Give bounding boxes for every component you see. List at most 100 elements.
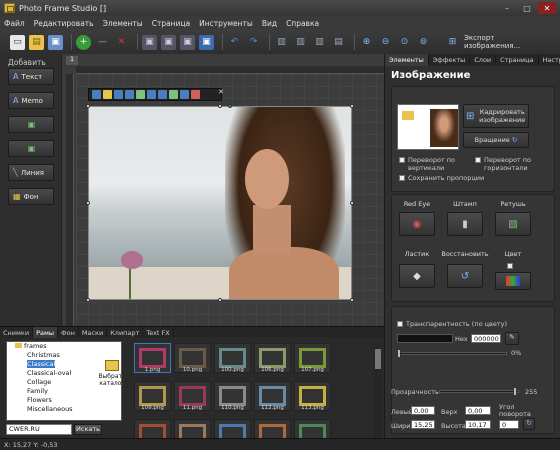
- open-icon[interactable]: ▤: [29, 34, 44, 50]
- tree-item[interactable]: Miscellaneous: [7, 405, 121, 414]
- export-image-button[interactable]: ⊞ Экспорт изображения...: [445, 34, 522, 50]
- undo-icon[interactable]: ↶: [227, 35, 242, 50]
- height-input[interactable]: 10,17: [465, 420, 491, 429]
- rotate-icon[interactable]: [136, 90, 145, 99]
- catalog-tree[interactable]: frames Christmas Classical Classical-ova…: [6, 341, 122, 421]
- tab-effects[interactable]: Эффекты: [429, 54, 471, 66]
- search-input[interactable]: CWER.RU: [6, 424, 72, 435]
- page-tab[interactable]: 1: [66, 56, 78, 65]
- resize-handle[interactable]: [218, 104, 222, 108]
- menu-file[interactable]: Файл: [4, 19, 25, 28]
- resize-handle[interactable]: [218, 298, 222, 302]
- opacity-slider-thumb[interactable]: [513, 387, 517, 396]
- align-left-icon[interactable]: ▥: [274, 35, 289, 50]
- color-swatch[interactable]: [397, 334, 453, 343]
- resize-handle[interactable]: [86, 104, 90, 108]
- frame-thumbnail[interactable]: 1.png: [134, 343, 171, 373]
- frame-icon[interactable]: [169, 90, 178, 99]
- zoom-in-icon[interactable]: ⊕: [359, 35, 374, 50]
- canvas-area[interactable]: 1 ✕: [62, 54, 384, 326]
- angle-input[interactable]: 0: [499, 420, 519, 429]
- flip-horizontal-checkbox[interactable]: Переворот по горизонтали: [475, 156, 551, 172]
- image-thumbnail[interactable]: [397, 104, 459, 150]
- maximize-button[interactable]: □: [518, 2, 536, 14]
- frames-scrollbar[interactable]: [374, 343, 382, 437]
- effects-icon[interactable]: [147, 90, 156, 99]
- resize-handle[interactable]: [86, 201, 90, 205]
- scrollbar-thumb[interactable]: [375, 349, 381, 369]
- hex-input[interactable]: 000000: [471, 334, 501, 343]
- frame-thumbnail[interactable]: [134, 419, 171, 439]
- transparency-checkbox[interactable]: Транспарентность (по цвету): [397, 320, 547, 328]
- photo-element[interactable]: [88, 106, 352, 300]
- add-shape-button[interactable]: ▣: [8, 140, 54, 157]
- menu-elements[interactable]: Элементы: [103, 19, 143, 28]
- rotation-button[interactable]: Вращение ↻: [463, 132, 529, 148]
- crop-image-button[interactable]: ⊞ Кадрировать изображение: [463, 104, 529, 128]
- tab-elements[interactable]: Элементы: [385, 54, 429, 66]
- zoom-out-icon[interactable]: ⊖: [378, 35, 393, 50]
- shadow-icon[interactable]: [158, 90, 167, 99]
- backward-icon[interactable]: ▣: [199, 34, 214, 50]
- frame-thumbnail[interactable]: [294, 419, 331, 439]
- choose-catalog-button[interactable]: Выбрать каталог: [97, 358, 121, 398]
- tab-backgrounds[interactable]: Фон: [58, 327, 79, 338]
- rotate-handle[interactable]: [228, 104, 232, 108]
- mirror-icon[interactable]: [125, 90, 134, 99]
- mask-icon[interactable]: [191, 90, 200, 99]
- eyedropper-button[interactable]: ✎: [505, 332, 519, 345]
- align-right-icon[interactable]: ▥: [312, 35, 327, 50]
- flip-icon[interactable]: [114, 90, 123, 99]
- red-eye-button[interactable]: ◉: [399, 212, 435, 236]
- fit-icon[interactable]: [92, 90, 101, 99]
- add-line-button[interactable]: ╲ Линия: [8, 164, 54, 181]
- close-button[interactable]: ✕: [538, 2, 556, 14]
- tab-clipart[interactable]: Клипарт: [107, 327, 144, 338]
- opacity-slider[interactable]: [439, 390, 519, 393]
- tab-snapshots[interactable]: Снимки: [0, 327, 34, 338]
- tab-page[interactable]: Страница: [496, 54, 539, 66]
- frame-thumbnail[interactable]: [254, 419, 291, 439]
- stamp-button[interactable]: ▮: [447, 212, 483, 236]
- menu-view[interactable]: Вид: [262, 19, 277, 28]
- layer-icon[interactable]: [180, 90, 189, 99]
- search-button[interactable]: Искать: [74, 424, 102, 435]
- keep-ratio-checkbox[interactable]: Сохранить пропорции: [399, 174, 499, 182]
- restore-button[interactable]: ↺: [447, 264, 483, 288]
- add-background-button[interactable]: ▦ Фон: [8, 188, 54, 205]
- zoom-actual-icon[interactable]: ⊚: [416, 35, 431, 50]
- frame-thumbnail[interactable]: 11.png: [174, 381, 211, 411]
- left-input[interactable]: 0,00: [411, 406, 435, 415]
- tolerance-slider-thumb[interactable]: [397, 349, 401, 358]
- align-top-icon[interactable]: ▤: [331, 35, 346, 50]
- redo-icon[interactable]: ↷: [246, 35, 261, 50]
- save-icon[interactable]: ▣: [48, 34, 63, 50]
- width-input[interactable]: 15,25: [411, 420, 435, 429]
- tab-masks[interactable]: Маски: [79, 327, 108, 338]
- resize-handle[interactable]: [86, 298, 90, 302]
- flip-vertical-checkbox[interactable]: Переворот по вертикали: [399, 156, 471, 172]
- bring-front-icon[interactable]: ▣: [142, 34, 157, 50]
- frame-thumbnail[interactable]: 10.png: [174, 343, 211, 373]
- frame-thumbnail[interactable]: [214, 419, 251, 439]
- menu-help[interactable]: Справка: [286, 19, 319, 28]
- reset-rotation-button[interactable]: ↻: [523, 418, 535, 430]
- align-center-icon[interactable]: ▥: [293, 35, 308, 50]
- tab-layers[interactable]: Слои: [470, 54, 497, 66]
- minus-icon[interactable]: —: [95, 35, 110, 50]
- resize-handle[interactable]: [350, 104, 354, 108]
- menu-tools[interactable]: Инструменты: [199, 19, 253, 28]
- frame-thumbnail[interactable]: 106.png: [254, 343, 291, 373]
- tab-frames[interactable]: Рамы: [33, 327, 59, 338]
- frame-thumbnail[interactable]: 109.png: [134, 381, 171, 411]
- add-icon[interactable]: +: [76, 34, 91, 50]
- frame-thumbnail[interactable]: 113.png: [294, 381, 331, 411]
- add-text-button[interactable]: A Текст: [8, 68, 54, 85]
- send-back-icon[interactable]: ▣: [161, 34, 176, 50]
- forward-icon[interactable]: ▣: [180, 34, 195, 50]
- add-image-button[interactable]: ▣: [8, 116, 54, 133]
- crop-icon[interactable]: [103, 90, 112, 99]
- delete-icon[interactable]: ✕: [114, 35, 129, 50]
- frame-thumbnail[interactable]: 100.png: [214, 343, 251, 373]
- menu-edit[interactable]: Редактировать: [34, 19, 94, 28]
